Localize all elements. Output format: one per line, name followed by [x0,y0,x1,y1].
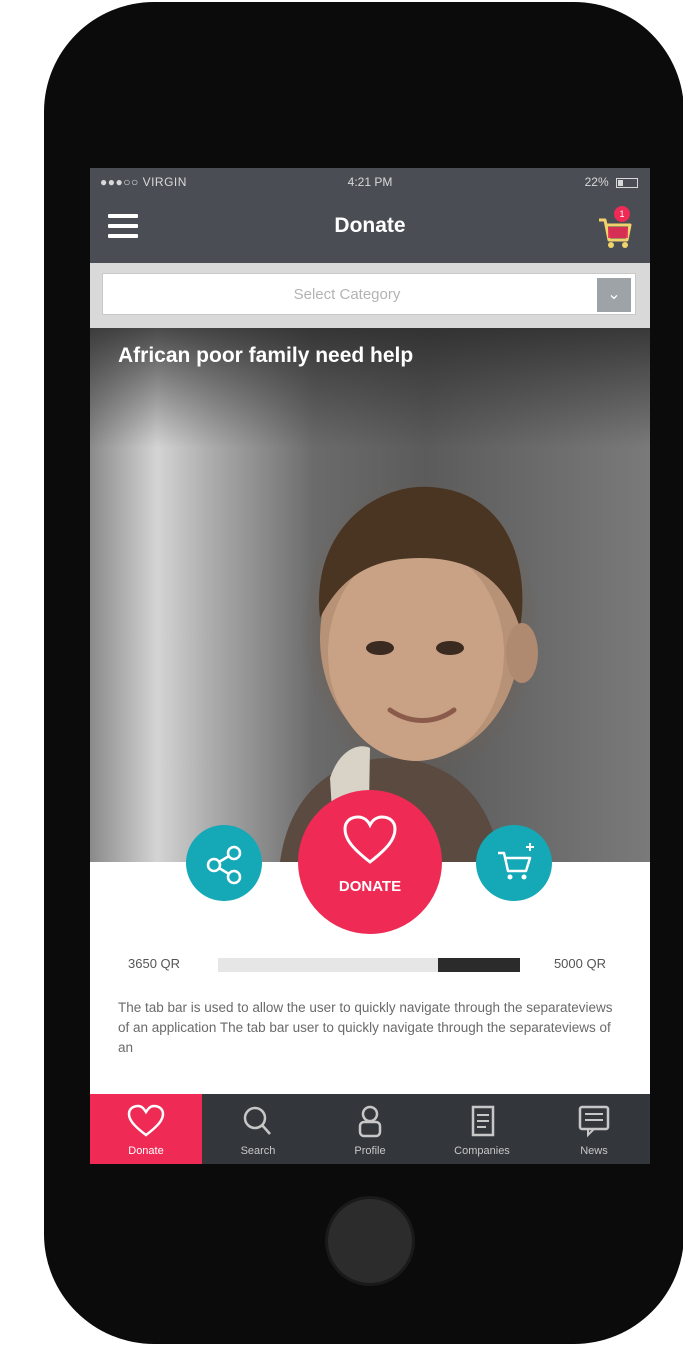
battery-icon [616,177,638,188]
tab-news[interactable]: News [538,1094,650,1164]
raised-amount: 3650 QR [128,956,181,971]
category-select[interactable]: Select Category ⌄ [102,273,636,315]
donate-button-label: DONATE [338,878,402,895]
tab-companies[interactable]: Companies [426,1094,538,1164]
search-icon [243,1106,271,1135]
campaign-image: African poor family need help [90,328,650,862]
tab-donate[interactable]: Donate [90,1094,202,1164]
tab-label: Search [240,1145,276,1157]
cart-button[interactable]: 1 [596,206,632,250]
tab-bar: Donate Search Profile Companies News [90,1094,650,1164]
news-icon [578,1105,610,1138]
cart-badge: 1 [614,206,630,222]
tab-profile[interactable]: Profile [314,1094,426,1164]
tab-label: Companies [454,1145,510,1157]
battery-status: 22% [585,175,638,189]
tab-search[interactable]: Search [202,1094,314,1164]
profile-icon [358,1105,382,1138]
chevron-down-icon[interactable]: ⌄ [597,278,631,312]
share-icon [206,845,242,885]
campaign-title: African poor family need help [118,344,414,367]
tab-label: Profile [354,1145,386,1157]
status-time: 4:21 PM [347,175,393,189]
document-icon [471,1105,495,1137]
progress-track [218,958,520,972]
share-button[interactable] [186,825,262,901]
category-select-row: Select Category ⌄ [90,263,650,328]
page-title: Donate [334,214,406,237]
campaign-description: The tab bar is used to allow the user to… [118,1000,613,1055]
status-bar: ●●●○○ VIRGIN 4:21 PM 22% [90,168,650,198]
battery-percent: 22% [584,175,609,189]
category-select-placeholder: Select Category [293,286,401,303]
tab-label: News [580,1145,608,1157]
tab-label: Donate [128,1145,164,1157]
heart-icon [343,815,397,864]
top-bar: ●●●○○ VIRGIN 4:21 PM 22% Donate 1 [90,168,650,263]
add-to-cart-button[interactable] [476,825,552,901]
donation-progress: 3650 QR 5000 QR [90,948,650,978]
home-button[interactable] [325,1196,415,1286]
donate-button[interactable]: DONATE [298,790,442,934]
heart-icon [127,1104,165,1137]
goal-amount: 5000 QR [553,956,606,971]
progress-fill [438,958,520,972]
add-to-cart-icon [498,843,534,880]
app-screen: ●●●○○ VIRGIN 4:21 PM 22% Donate 1 Select… [90,168,650,1164]
